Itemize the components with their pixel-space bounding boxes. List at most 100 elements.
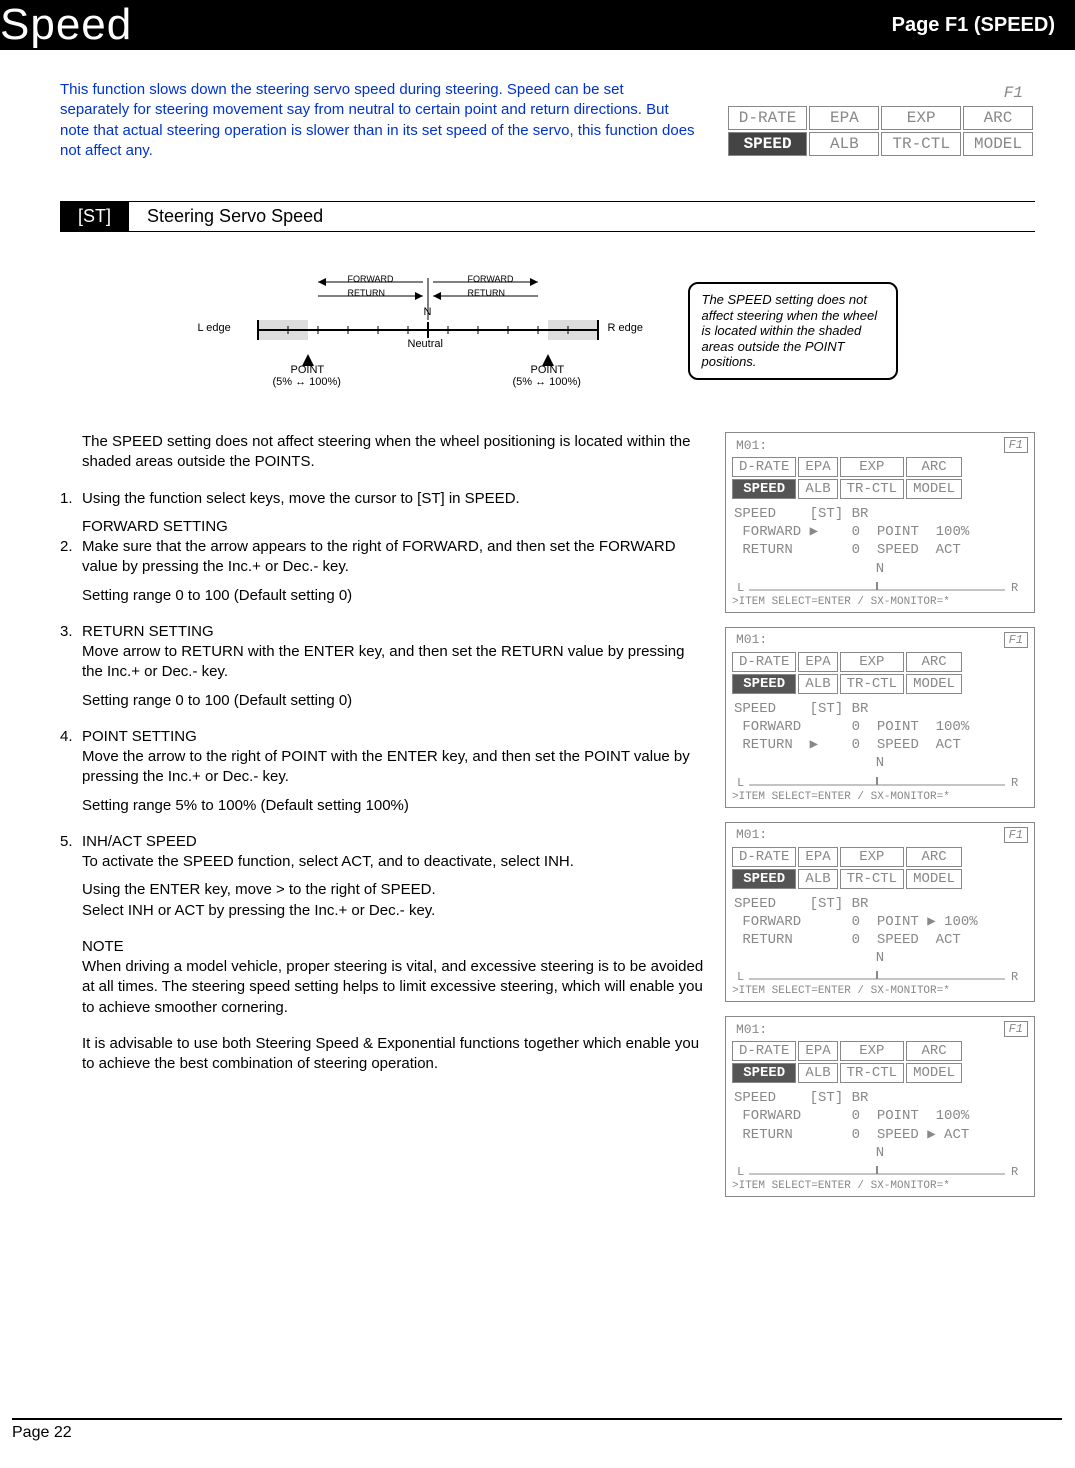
range-label-r: (5% ↔ 100%) <box>513 376 581 388</box>
s2-model: MODEL <box>906 674 962 694</box>
s1-n: N <box>734 560 1026 578</box>
s2-title: SPEED [ST] BR <box>734 700 1026 718</box>
step-1: 1. Using the function select keys, move … <box>60 489 705 509</box>
step-5-body: To activate the SPEED function, select A… <box>82 852 705 872</box>
s3-n: N <box>734 949 1026 967</box>
s2-exp: EXP <box>840 652 904 672</box>
s4-slider: LR <box>732 1164 1028 1178</box>
step-5-num: 5. <box>60 832 82 873</box>
s1-l2: RETURN 0 SPEED ACT <box>734 541 1026 559</box>
s3-speed: SPEED <box>732 869 796 889</box>
intro-text: This function slows down the steering se… <box>60 80 696 161</box>
step-3: 3. RETURN SETTING Move arrow to RETURN w… <box>60 622 705 683</box>
menu-model: MODEL <box>963 132 1033 156</box>
s2-slider: LR <box>732 775 1028 789</box>
menu-arc: ARC <box>963 106 1033 130</box>
step-3-num: 3. <box>60 622 82 683</box>
header-title: Speed <box>0 0 132 50</box>
forward-heading: FORWARD SETTING <box>82 517 705 537</box>
point-heading: POINT SETTING <box>82 727 705 747</box>
section-tag: [ST] <box>60 202 129 231</box>
s3-l2: RETURN 0 SPEED ACT <box>734 931 1026 949</box>
screen-3: M01:F1 D-RATEEPAEXPARC SPEEDALBTR-CTLMOD… <box>725 822 1035 1003</box>
screen-2-f1: F1 <box>1004 632 1028 648</box>
screen-4: M01:F1 D-RATEEPAEXPARC SPEEDALBTR-CTLMOD… <box>725 1016 1035 1197</box>
s1-drate: D-RATE <box>732 457 796 477</box>
svg-text:L: L <box>737 1165 744 1178</box>
return-heading: RETURN SETTING <box>82 622 705 642</box>
step-5-extra2: Select INH or ACT by pressing the Inc.+ … <box>82 901 705 921</box>
s2-epa: EPA <box>798 652 837 672</box>
s2-trctl: TR-CTL <box>840 674 904 694</box>
l-edge-label: L edge <box>198 322 231 334</box>
note-box: The SPEED setting does not affect steeri… <box>688 282 898 380</box>
s3-slider: LR <box>732 969 1028 983</box>
s4-arc: ARC <box>906 1041 962 1061</box>
s3-model: MODEL <box>906 869 962 889</box>
s3-exp: EXP <box>840 847 904 867</box>
s4-n: N <box>734 1144 1026 1162</box>
s4-l2: RETURN 0 SPEED ▶ ACT <box>734 1126 1026 1144</box>
svg-text:R: R <box>1011 1165 1018 1178</box>
screen-2: M01:F1 D-RATEEPAEXPARC SPEEDALBTR-CTLMOD… <box>725 627 1035 808</box>
svg-text:R: R <box>1011 776 1018 789</box>
s2-n: N <box>734 754 1026 772</box>
menu-drate: D-RATE <box>728 106 808 130</box>
s4-speed: SPEED <box>732 1063 796 1083</box>
s4-model: MODEL <box>906 1063 962 1083</box>
s4-footer: >ITEM SELECT=ENTER / SX-MONITOR=* <box>726 1180 1034 1192</box>
s3-footer: >ITEM SELECT=ENTER / SX-MONITOR=* <box>726 985 1034 997</box>
page-header: Speed Page F1 (SPEED) <box>0 0 1075 50</box>
s3-alb: ALB <box>798 869 837 889</box>
s3-epa: EPA <box>798 847 837 867</box>
s4-drate: D-RATE <box>732 1041 796 1061</box>
page-number: Page 22 <box>12 1418 1062 1442</box>
s1-epa: EPA <box>798 457 837 477</box>
s1-slider: LR <box>732 580 1028 594</box>
menu-trctl: TR-CTL <box>881 132 961 156</box>
screen-3-f1: F1 <box>1004 827 1028 843</box>
screen-4-f1: F1 <box>1004 1021 1028 1037</box>
steering-diagram: L edge R edge FORWARD FORWARD RETURN RET… <box>198 272 658 392</box>
step-3-range: Setting range 0 to 100 (Default setting … <box>82 691 705 711</box>
step-5: 5. INH/ACT SPEED To activate the SPEED f… <box>60 832 705 873</box>
header-page-label: Page F1 (SPEED) <box>892 14 1055 37</box>
svg-text:L: L <box>737 970 744 983</box>
return-label-l: RETURN <box>348 288 386 298</box>
menu-epa: EPA <box>809 106 879 130</box>
forward-label-l: FORWARD <box>348 274 394 284</box>
menu-alb: ALB <box>809 132 879 156</box>
intro-row: This function slows down the steering se… <box>0 50 1075 181</box>
instructions-column: The SPEED setting does not affect steeri… <box>60 432 705 1197</box>
step-4: 4. POINT SETTING Move the arrow to the r… <box>60 727 705 788</box>
note-para-1: When driving a model vehicle, proper ste… <box>82 957 705 1018</box>
note-para-2: It is advisable to use both Steering Spe… <box>82 1034 705 1075</box>
step-2-body: Make sure that the arrow appears to the … <box>82 537 705 578</box>
s4-epa: EPA <box>798 1041 837 1061</box>
svg-text:R: R <box>1011 970 1018 983</box>
s1-alb: ALB <box>798 479 837 499</box>
screenshots-column: M01:F1 D-RATEEPAEXPARC SPEEDALBTR-CTLMOD… <box>725 432 1035 1197</box>
s2-speed: SPEED <box>732 674 796 694</box>
step-4-range: Setting range 5% to 100% (Default settin… <box>82 796 705 816</box>
screen-2-model: M01: <box>732 632 767 647</box>
step-2: 2. Make sure that the arrow appears to t… <box>60 537 705 578</box>
point-label-l: POINT <box>291 364 325 376</box>
s1-title: SPEED [ST] BR <box>734 505 1026 523</box>
svg-text:L: L <box>737 776 744 789</box>
s1-l1: FORWARD ▶ 0 POINT 100% <box>734 523 1026 541</box>
r-edge-label: R edge <box>608 322 643 334</box>
menu-corner: F1 <box>963 82 1033 104</box>
menu-speed: SPEED <box>728 132 808 156</box>
step-1-num: 1. <box>60 489 82 509</box>
screen-1-model: M01: <box>732 438 767 453</box>
s4-trctl: TR-CTL <box>840 1063 904 1083</box>
s3-arc: ARC <box>906 847 962 867</box>
forward-label-r: FORWARD <box>468 274 514 284</box>
s1-footer: >ITEM SELECT=ENTER / SX-MONITOR=* <box>726 596 1034 608</box>
s3-l1: FORWARD 0 POINT ▶ 100% <box>734 913 1026 931</box>
step-3-body: Move arrow to RETURN with the ENTER key,… <box>82 642 705 683</box>
screen-1-f1: F1 <box>1004 437 1028 453</box>
range-label-l: (5% ↔ 100%) <box>273 376 341 388</box>
s4-alb: ALB <box>798 1063 837 1083</box>
